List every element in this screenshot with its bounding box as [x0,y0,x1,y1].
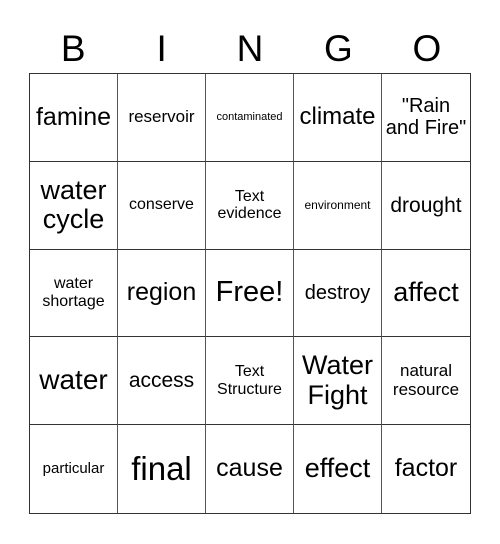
header-letter-g: G [324,28,353,69]
bingo-cell[interactable]: water shortage [30,249,118,338]
bingo-cell[interactable]: effect [294,425,382,513]
bingo-cell[interactable]: climate [294,74,382,162]
header-letter-o: O [412,28,442,69]
bingo-cell[interactable]: Free! [206,249,294,338]
header-letter-b: B [60,28,86,69]
bingo-cell[interactable]: water [30,337,118,426]
bingo-card-grid: famine reservoir contaminated climate "Rain … [29,73,471,514]
bingo-cell[interactable]: Water Fight [294,337,382,426]
bingo-cell[interactable]: water cycle [30,161,118,250]
bingo-header: B I N G O [29,26,471,72]
bingo-cell[interactable]: Text Structure [206,337,294,426]
bingo-cell[interactable]: "Rain and Fire" [382,74,470,162]
bingo-cell[interactable]: environment [294,161,382,250]
bingo-cell[interactable]: affect [382,250,470,338]
bingo-cell[interactable]: destroy [294,249,382,338]
bingo-cell[interactable]: drought [382,162,470,250]
bingo-cell[interactable]: particular [30,425,118,513]
bingo-cell[interactable]: contaminated [206,74,294,162]
bingo-cell[interactable]: access [118,337,206,426]
header-letter-n: N [236,28,264,69]
header-letter-i: I [156,28,167,69]
bingo-cell[interactable]: factor [382,425,470,513]
bingo-cell[interactable]: famine [30,74,118,162]
bingo-cell[interactable]: reservoir [118,74,206,162]
bingo-cell[interactable]: natural resource [382,337,470,426]
bingo-cell[interactable]: Text evidence [206,161,294,250]
bingo-cell[interactable]: final [118,425,206,513]
bingo-cell[interactable]: conserve [118,161,206,250]
bingo-cell[interactable]: cause [206,425,294,513]
bingo-cell[interactable]: region [118,249,206,338]
